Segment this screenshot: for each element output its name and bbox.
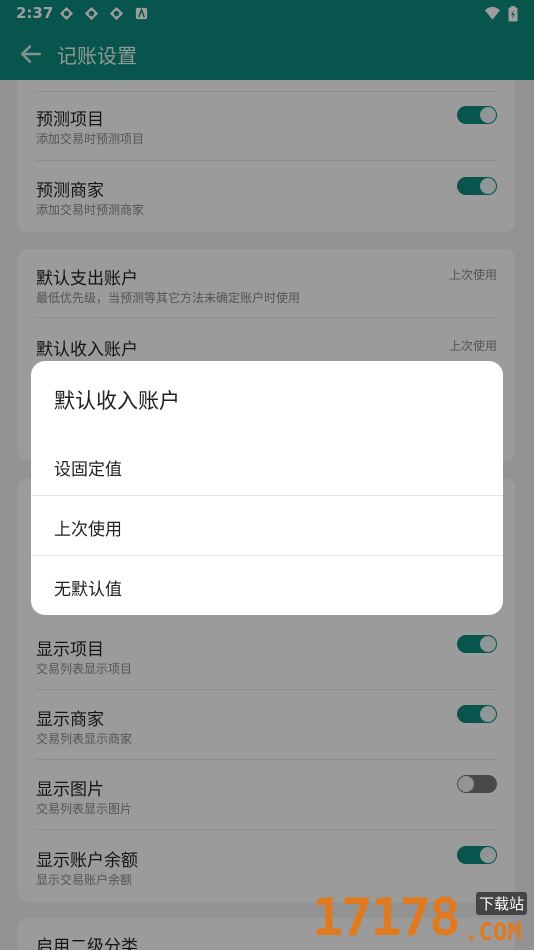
option-fixed-value[interactable]: 设固定值	[31, 436, 503, 496]
option-label: 上次使用	[54, 520, 122, 540]
option-last-used[interactable]: 上次使用	[31, 495, 503, 556]
watermark-domain: .COM	[464, 918, 522, 946]
watermark-number: 17178	[312, 888, 461, 948]
watermark-logo: 17178 下载站 .COM	[308, 888, 534, 950]
watermark-label: 下载站	[476, 892, 528, 915]
option-label: 设固定值	[54, 460, 122, 480]
option-no-default[interactable]: 无默认值	[31, 555, 503, 616]
option-label: 无默认值	[54, 580, 122, 600]
dialog-title: 默认收入账户	[54, 389, 180, 413]
default-income-account-dialog: 默认收入账户 设固定值 上次使用 无默认值	[31, 361, 503, 615]
